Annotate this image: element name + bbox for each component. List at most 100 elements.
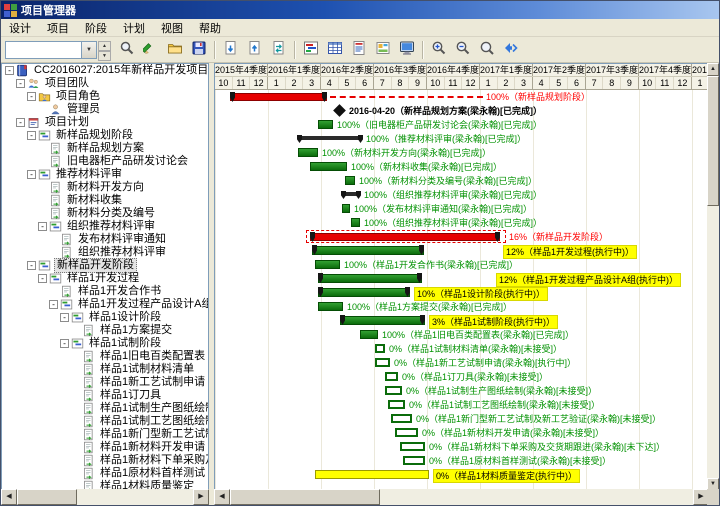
gantt-bar[interactable]	[388, 400, 405, 409]
tree-item[interactable]: 样品1新材料下单采购及交货期跟进	[2, 454, 208, 467]
gantt-scroll-left-button[interactable]: ◀	[214, 489, 230, 505]
tree-item[interactable]: 样品1试制生产图纸绘制	[2, 402, 208, 415]
gantt-bar[interactable]	[375, 344, 385, 353]
spin-down-button[interactable]: ▼	[98, 51, 111, 61]
vertical-scroll-thumb[interactable]	[707, 76, 719, 206]
gantt-scroll-thumb[interactable]	[230, 489, 380, 505]
tree-scroll-thumb[interactable]	[17, 489, 77, 505]
export-button[interactable]	[243, 39, 267, 61]
tree-item[interactable]: 样品1订刀具	[2, 389, 208, 402]
menu-item-2[interactable]: 阶段	[77, 18, 115, 38]
tree-item[interactable]: -推荐材料评审	[2, 168, 208, 181]
gantt-bar[interactable]	[230, 93, 327, 101]
zoom-fit-button[interactable]	[475, 39, 499, 61]
zoom-out-button[interactable]	[451, 39, 475, 61]
gantt-bar[interactable]	[340, 316, 425, 325]
report-button[interactable]	[347, 39, 371, 61]
menu-item-0[interactable]: 设计	[1, 18, 39, 38]
gantt-bar[interactable]	[351, 218, 360, 227]
search-dropdown-button[interactable]: ▼	[81, 42, 96, 58]
gantt-bar[interactable]	[310, 162, 347, 171]
navigate-button[interactable]	[499, 39, 523, 61]
zoom-in-button[interactable]	[427, 39, 451, 61]
scroll-up-button[interactable]: ▲	[707, 63, 719, 76]
gantt-bar[interactable]	[310, 233, 500, 241]
gantt-bar[interactable]	[360, 330, 378, 339]
spin-up-button[interactable]: ▲	[98, 41, 111, 51]
monitor-button[interactable]	[395, 39, 419, 61]
gantt-bar[interactable]	[342, 204, 350, 213]
gantt-view-button[interactable]	[299, 39, 323, 61]
gantt-bar[interactable]	[318, 274, 422, 283]
expand-toggle[interactable]: -	[49, 300, 58, 309]
tree-item[interactable]: 样品1新门型新工艺试制及新工艺验证	[2, 428, 208, 441]
gantt-bar[interactable]	[391, 414, 412, 423]
gantt-bar[interactable]	[298, 148, 318, 157]
print-preview-button[interactable]	[371, 39, 395, 61]
tree-item[interactable]: -样品1设计阶段	[2, 311, 208, 324]
expand-toggle[interactable]: -	[16, 79, 25, 88]
tree-item[interactable]: -组织推荐材料评审	[2, 220, 208, 233]
refresh-button[interactable]	[267, 39, 291, 61]
title-bar[interactable]: 项目管理器	[1, 1, 719, 19]
gantt-bar[interactable]	[315, 470, 429, 479]
tree-item[interactable]: 新材料收集	[2, 194, 208, 207]
milestone-marker[interactable]	[333, 104, 346, 117]
tree-item[interactable]: 新材料分类及编号	[2, 207, 208, 220]
tree-item[interactable]: 样品1开发合作书	[2, 285, 208, 298]
expand-toggle[interactable]: -	[27, 170, 36, 179]
tree-horizontal-scrollbar[interactable]: ◀ ▶	[1, 489, 209, 505]
tree-item[interactable]: 样品1方案提交	[2, 324, 208, 337]
gantt-bar[interactable]	[385, 386, 402, 395]
menu-item-5[interactable]: 帮助	[191, 18, 229, 38]
save-button[interactable]	[187, 39, 211, 61]
expand-toggle[interactable]: -	[60, 313, 69, 322]
expand-toggle[interactable]: -	[38, 274, 47, 283]
tree-item[interactable]: -项目团队	[2, 77, 208, 90]
expand-toggle[interactable]: -	[27, 131, 36, 140]
expand-toggle[interactable]: -	[60, 339, 69, 348]
gantt-bar[interactable]	[312, 246, 424, 255]
expand-toggle[interactable]: -	[27, 92, 36, 101]
tree-item[interactable]: -CC2016027:2015年新样品开发项目（测试）	[2, 64, 208, 77]
expand-toggle[interactable]: -	[16, 118, 25, 127]
gantt-bar[interactable]	[400, 442, 425, 451]
expand-toggle[interactable]: -	[5, 66, 14, 75]
search-input[interactable]	[6, 42, 81, 58]
tree-item[interactable]: -项目角色	[2, 90, 208, 103]
vertical-scrollbar[interactable]: ▲ ▼	[707, 63, 719, 491]
menu-item-3[interactable]: 计划	[115, 18, 153, 38]
gantt-bar[interactable]	[342, 192, 360, 196]
edit-button[interactable]	[139, 39, 163, 61]
tree-item[interactable]: -样品1试制阶段	[2, 337, 208, 350]
gantt-bar[interactable]	[345, 176, 355, 185]
gantt-bar[interactable]	[385, 372, 398, 381]
expand-toggle[interactable]: -	[27, 261, 36, 270]
tree-item[interactable]: -样品1开发过程产品设计A组	[2, 298, 208, 311]
import-button[interactable]	[219, 39, 243, 61]
tree-item[interactable]: 新材料开发方向	[2, 181, 208, 194]
open-folder-button[interactable]	[163, 39, 187, 61]
gantt-bar[interactable]	[375, 358, 390, 367]
menu-item-1[interactable]: 项目	[39, 18, 77, 38]
expand-toggle[interactable]: -	[38, 222, 47, 231]
gantt-bar[interactable]	[318, 288, 410, 297]
tree-item[interactable]: 样品1新工艺试制申请	[2, 376, 208, 389]
tree-item[interactable]: 管理员	[2, 103, 208, 116]
tree-item[interactable]: 样品1试制工艺图纸绘制	[2, 415, 208, 428]
gantt-bar[interactable]	[318, 120, 333, 129]
gantt-horizontal-scrollbar[interactable]: ◀ ▶	[214, 489, 709, 505]
tree-item[interactable]: -项目计划	[2, 116, 208, 129]
gantt-bar[interactable]	[315, 260, 340, 269]
table-view-button[interactable]	[323, 39, 347, 61]
tree-item[interactable]: -样品1开发过程	[2, 272, 208, 285]
tree-item[interactable]: -新样品规划阶段	[2, 129, 208, 142]
tree-item[interactable]: 新样品规划方案	[2, 142, 208, 155]
menu-item-4[interactable]: 视图	[153, 18, 191, 38]
tree-scroll-left-button[interactable]: ◀	[1, 489, 17, 505]
tree-item[interactable]: -新样品开发阶段	[2, 259, 208, 272]
tree-item[interactable]: 旧电器柜产品研发讨论会	[2, 155, 208, 168]
tree-scroll-right-button[interactable]: ▶	[193, 489, 209, 505]
gantt-bar[interactable]	[395, 428, 418, 437]
tree-item[interactable]: 样品1旧电百类配置表	[2, 350, 208, 363]
